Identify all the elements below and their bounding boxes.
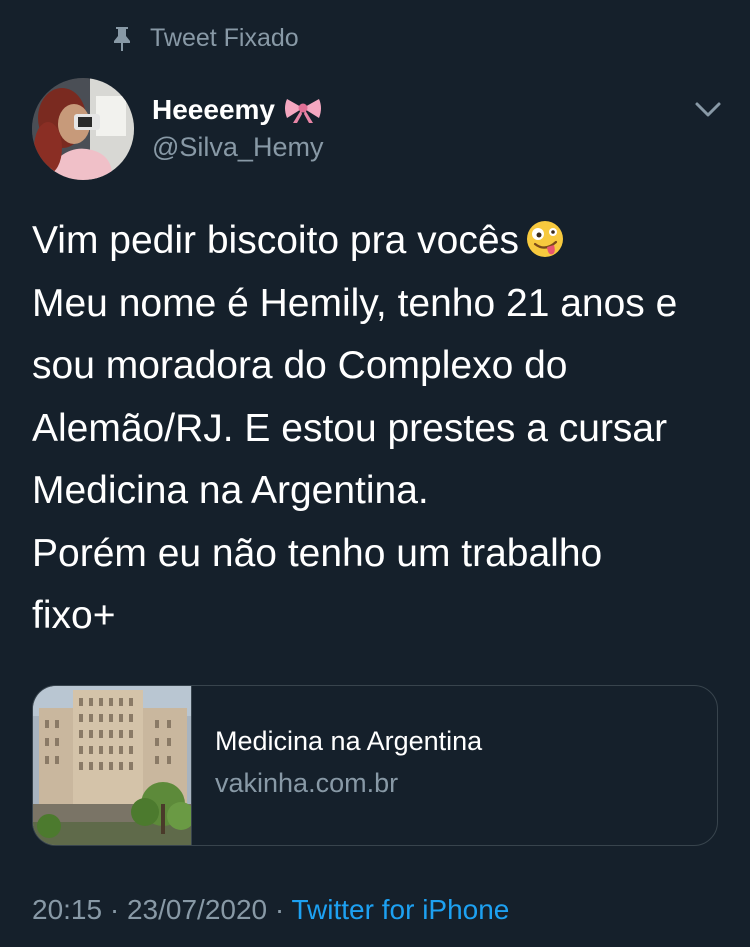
card-domain: vakinha.com.br [215, 768, 399, 798]
tweet-header: Heeeemy @Silva_Hemy [32, 78, 722, 182]
tweet-line: Medicina na Argentina. [32, 469, 429, 512]
display-name[interactable]: Heeeemy [152, 94, 323, 126]
zany-face-emoji-icon [527, 221, 564, 257]
tweet-line: fixo+ [32, 594, 116, 637]
handle[interactable]: @Silva_Hemy [152, 132, 323, 163]
tweet-text: Vim pedir biscoito pra vocês Meu nome é … [32, 210, 722, 648]
meta-separator: · [274, 894, 285, 925]
meta-separator: · [109, 894, 120, 925]
card-thumbnail [33, 686, 192, 845]
card-title: Medicina na Argentina [215, 726, 483, 756]
display-name-text: Heeeemy [152, 94, 275, 125]
tweet-line: Vim pedir biscoito pra vocês [32, 210, 722, 273]
tweet-time: 20:15 [32, 894, 103, 925]
link-card[interactable]: Medicina na Argentina vakinha.com.br [32, 685, 718, 846]
tweet-line: Porém eu não tenho um trabalho [32, 531, 603, 575]
tweet-line: sou moradora do Complexo do [32, 344, 568, 387]
ribbon-emoji-icon [284, 99, 321, 123]
tweet-line: Meu nome é Hemily, tenho 21 anos e [32, 281, 678, 325]
pinned-label: Tweet Fixado [150, 24, 299, 52]
pin-icon [114, 26, 130, 51]
tweet-date: 23/07/2020 [126, 894, 268, 925]
tweet-source-link[interactable]: Twitter for iPhone [292, 894, 510, 925]
tweet-line: Alemão/RJ. E estou prestes a cursar [32, 406, 668, 450]
pinned-indicator: Tweet Fixado [112, 24, 299, 53]
avatar[interactable] [32, 78, 134, 180]
chevron-down-icon[interactable] [694, 100, 722, 120]
tweet-meta: 20:15 · 23/07/2020 · Twitter for iPhone [32, 894, 509, 926]
